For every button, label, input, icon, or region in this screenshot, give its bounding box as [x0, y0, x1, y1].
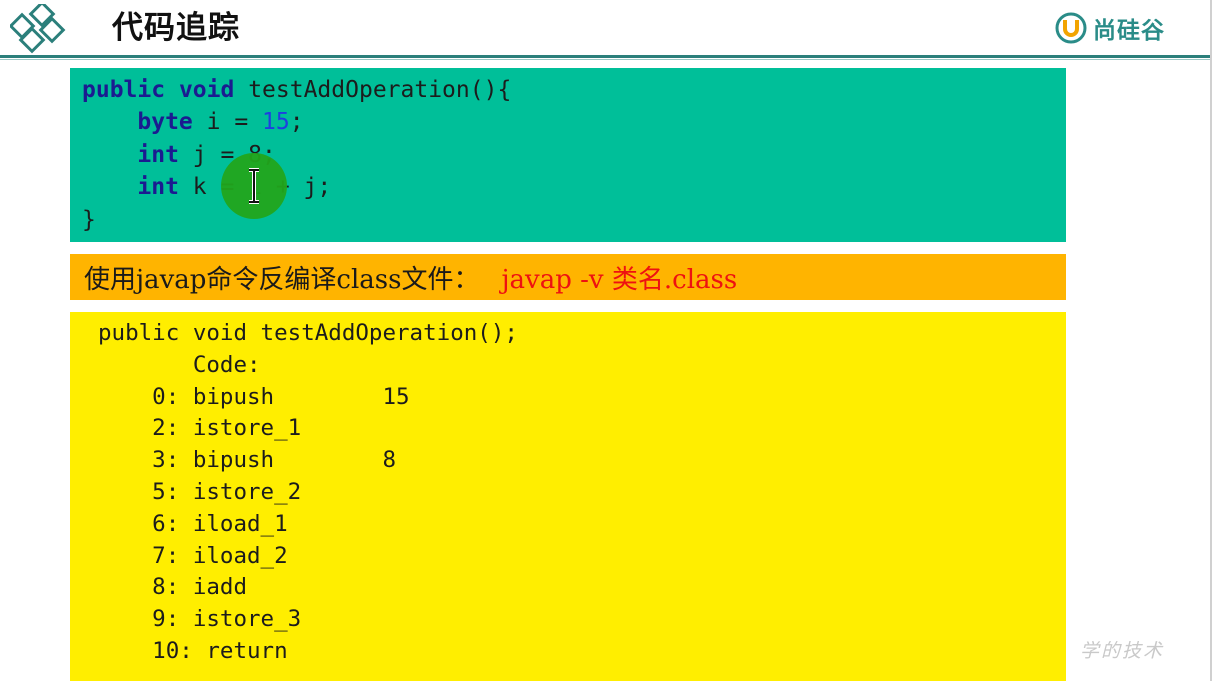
banner-label: 使用javap命令反编译class文件： — [84, 264, 480, 295]
bytecode-line: 7: iload_2 — [98, 542, 288, 569]
diamond-pattern-icon — [10, 4, 66, 54]
slide: 代码追踪 尚硅谷 public void testAddOperation(){… — [0, 0, 1212, 681]
bytecode-line: 5: istore_2 — [98, 478, 302, 505]
bytecode-line: 9: istore_3 — [98, 606, 302, 633]
code-keyword: int — [137, 141, 179, 168]
javap-instruction-banner: 使用javap命令反编译class文件： javap -v 类名.class — [70, 254, 1066, 300]
java-source-code-block: public void testAddOperation(){ byte i =… — [70, 68, 1066, 242]
bytecode-line: 8: iadd — [98, 574, 248, 601]
code-text: testAddOperation(){ — [234, 77, 512, 103]
header-divider-thin — [0, 59, 1212, 60]
code-keyword: void — [178, 77, 235, 103]
code-keyword: public — [82, 77, 166, 103]
code-number: 15 — [262, 109, 290, 136]
brand-logo: 尚硅谷 — [1055, 10, 1165, 46]
slide-title: 代码追踪 — [112, 10, 240, 46]
bytecode-listing-block: public void testAddOperation(); Code: 0:… — [70, 312, 1066, 681]
code-keyword: byte — [137, 109, 193, 136]
code-keyword: int — [137, 174, 179, 201]
bytecode-line: Code: — [98, 351, 261, 378]
bytecode-line: public void testAddOperation(); — [98, 320, 518, 346]
u-shield-logo-icon — [1055, 12, 1087, 44]
watermark-text: 学的技术 — [1080, 640, 1165, 662]
bytecode-line: 6: iload_1 — [98, 510, 288, 537]
logo-text: 尚硅谷 — [1093, 18, 1165, 44]
code-text: ; — [289, 109, 304, 136]
bytecode-line: 0: bipush 15 — [98, 383, 410, 410]
java-code-line: public void testAddOperation(){ — [82, 74, 1066, 106]
code-text: i = — [192, 109, 263, 136]
header-divider — [0, 55, 1212, 58]
code-text: } — [82, 206, 96, 233]
text-cursor-icon — [249, 168, 259, 204]
javap-command: javap -v 类名.class — [501, 264, 738, 295]
bytecode-line: 3: bipush 8 — [98, 447, 397, 474]
java-code-line: byte i = 15; — [82, 106, 1066, 138]
bytecode-line: 10: return — [98, 637, 288, 664]
bytecode-line: 2: istore_1 — [98, 415, 302, 442]
